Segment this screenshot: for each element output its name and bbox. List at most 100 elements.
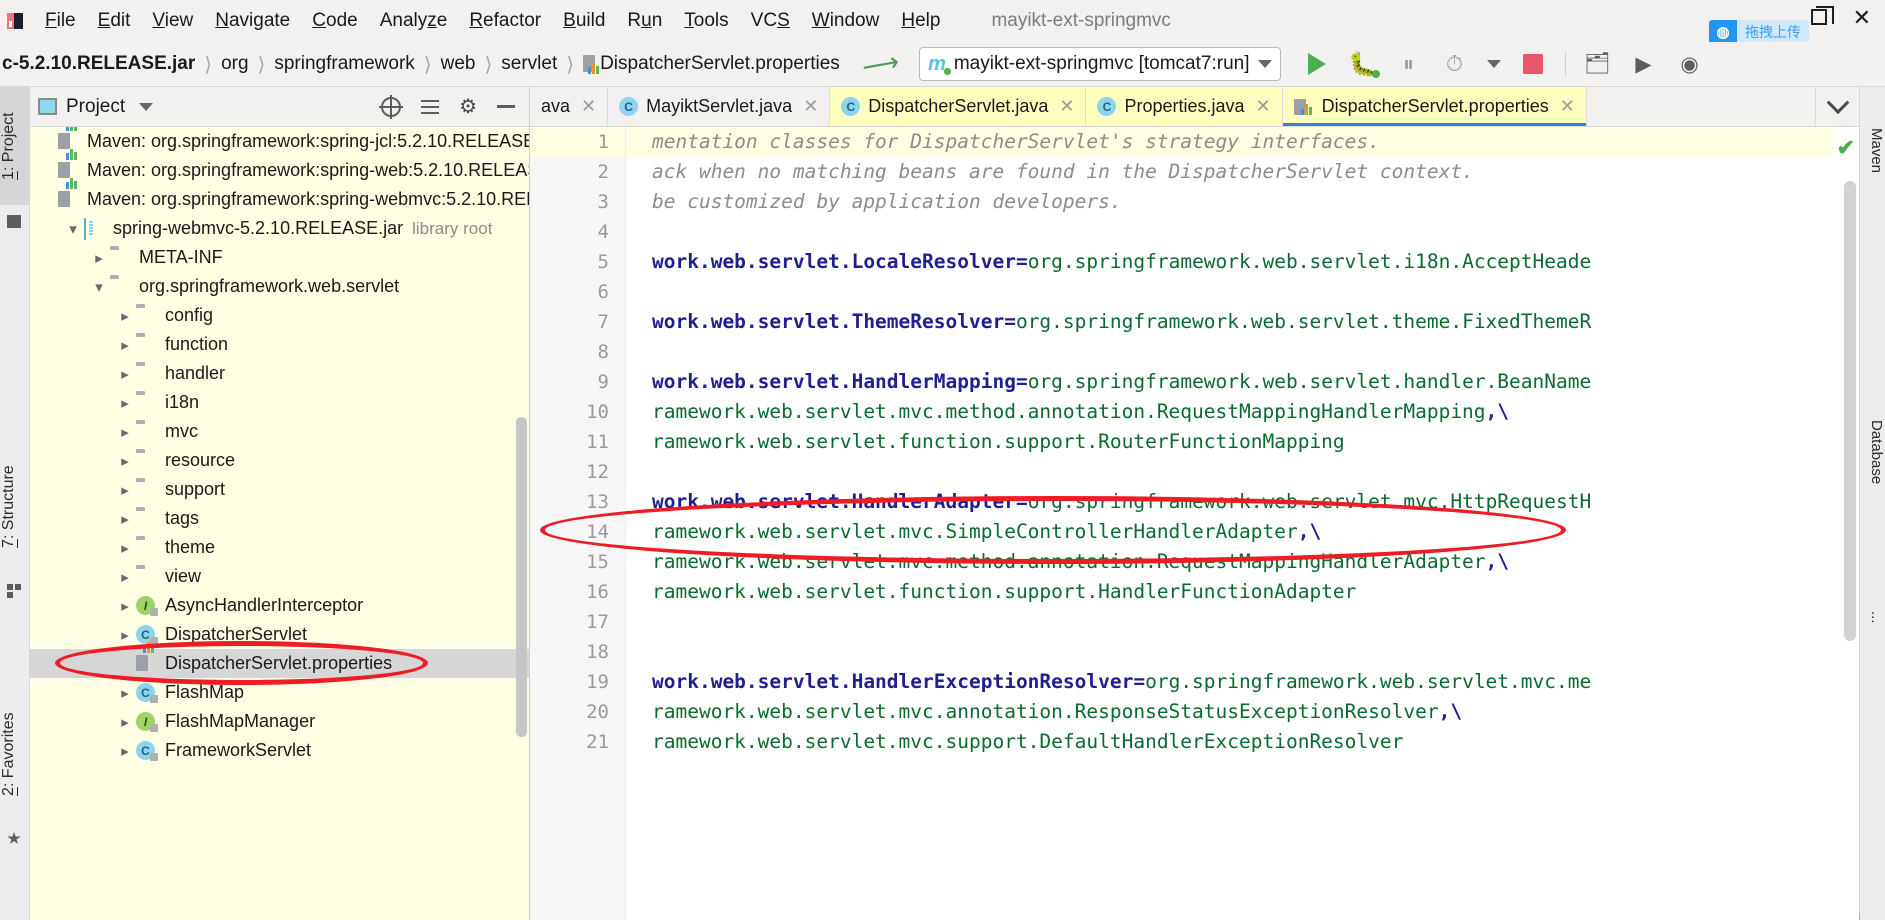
tree-arrow-collapsed[interactable]: ▸ [114, 626, 136, 644]
tree-node[interactable]: ▸ META-INF [30, 243, 529, 272]
tree-arrow-expanded[interactable]: ▾ [88, 278, 110, 296]
code-line[interactable] [626, 277, 1859, 307]
tree-arrow-collapsed[interactable]: ▸ [114, 481, 136, 499]
debug-icon[interactable]: 🐛 [1348, 50, 1380, 78]
tree-node[interactable]: ▸Maven: org.springframework:spring-web:5… [30, 149, 529, 185]
code-line[interactable]: ack when no matching beans are found in … [626, 157, 1859, 187]
tree-node[interactable]: ▸ resource [30, 446, 529, 475]
settings-gear-icon[interactable]: ⚙ [459, 94, 477, 119]
tree-arrow-collapsed[interactable]: ▸ [114, 336, 136, 354]
menu-file[interactable]: File [34, 8, 87, 34]
tree-arrow-collapsed[interactable]: ▸ [114, 510, 136, 528]
tree-arrow-collapsed[interactable]: ▸ [114, 394, 136, 412]
editor-tabs[interactable]: ava ✕ C MayiktServlet.java ✕ C DispatcherServl… [530, 87, 1860, 920]
tree-node[interactable]: ▸DispatcherServlet.properties [30, 642, 529, 678]
code-line[interactable]: ramework.web.servlet.mvc.method.annotati… [626, 547, 1859, 577]
code-line[interactable]: work.web.servlet.ThemeResolver=org.sprin… [626, 307, 1859, 337]
editor-tab[interactable]: ava ✕ [530, 87, 609, 126]
tree-node[interactable]: ▸ support [30, 475, 529, 504]
tree-arrow-collapsed[interactable]: ▸ [88, 249, 110, 267]
menu-help[interactable]: Help [890, 8, 951, 34]
code-line[interactable]: mentation classes for DispatcherServlet'… [626, 127, 1859, 157]
tree-arrow-collapsed[interactable]: ▸ [114, 568, 136, 586]
breadcrumb-org[interactable]: org [221, 53, 248, 75]
code-line[interactable] [626, 217, 1859, 247]
locate-icon[interactable] [379, 94, 404, 119]
tree-arrow-collapsed[interactable]: ▸ [114, 307, 136, 325]
breadcrumb-file[interactable]: DispatcherServlet.properties [583, 53, 840, 75]
breadcrumb-servlet[interactable]: servlet [501, 53, 557, 75]
tree-arrow-collapsed[interactable]: ▸ [114, 713, 136, 731]
tree-node[interactable]: ▸ C FlashMap [30, 678, 529, 707]
editor-tab[interactable]: DispatcherServlet.properties ✕ [1282, 87, 1587, 126]
close-icon[interactable]: ✕ [1256, 96, 1271, 117]
tree-node[interactable]: ▸Maven: org.springframework:spring-jcl:5… [30, 127, 529, 156]
menu-run[interactable]: Run [616, 8, 673, 34]
code-line[interactable] [626, 337, 1859, 367]
sidebar-item-favorites[interactable]: 2: Favorites [0, 687, 30, 822]
code-line[interactable]: ramework.web.servlet.mvc.method.annotati… [626, 397, 1859, 427]
tree-node[interactable]: ▸ mvc [30, 417, 529, 446]
tree-arrow-collapsed[interactable]: ▸ [114, 684, 136, 702]
menu-analyze[interactable]: Analyze [369, 8, 459, 34]
tree-arrow-collapsed[interactable]: ▸ [114, 365, 136, 383]
menu-build[interactable]: Build [552, 8, 616, 34]
stop-icon[interactable] [1519, 50, 1547, 78]
breadcrumb-jar[interactable]: c-5.2.10.RELEASE.jar [0, 53, 195, 75]
code-line[interactable] [626, 637, 1859, 667]
chevron-down-icon[interactable] [1815, 87, 1859, 126]
sidebar-item-structure[interactable]: 7: Structure [0, 437, 30, 577]
run-anything-icon[interactable]: ▶ [1630, 50, 1658, 78]
code-line[interactable]: ramework.web.servlet.mvc.annotation.Resp… [626, 697, 1859, 727]
run-configuration-selector[interactable]: m mayikt-ext-springmvc [tomcat7:run] [919, 47, 1281, 81]
project-tree[interactable]: ▸ Maven: org.springframework:spring-jcl:5… [30, 127, 529, 920]
menu-tools[interactable]: Tools [673, 8, 739, 34]
tree-arrow-collapsed[interactable]: ▸ [114, 539, 136, 557]
breadcrumb-springframework[interactable]: springframework [274, 53, 414, 75]
hide-icon[interactable] [497, 105, 515, 108]
sidebar-item-database[interactable]: Database [1859, 387, 1885, 517]
chevron-down-icon[interactable] [1257, 60, 1272, 68]
code-line[interactable]: ramework.web.servlet.mvc.SimpleControlle… [626, 517, 1859, 547]
sidebar-item-project[interactable]: 1: Project [0, 87, 30, 205]
close-icon[interactable]: ✕ [1059, 96, 1074, 117]
code-line[interactable]: work.web.servlet.HandlerAdapter=org.spri… [626, 487, 1859, 517]
close-icon[interactable]: ✕ [803, 96, 818, 117]
editor-tab[interactable]: C Properties.java ✕ [1086, 87, 1860, 920]
code-line[interactable] [626, 607, 1859, 637]
close-icon[interactable]: ✕ [581, 96, 596, 117]
tree-node[interactable]: ▸ tags [30, 504, 529, 533]
code-viewport[interactable]: 1 2 3 4 5 6 7 8 9 10 11 12 13 14 15 16 17 18 19 20 21 mentat… [530, 127, 1859, 920]
code-line[interactable]: work.web.servlet.HandlerMapping=org.spri… [626, 367, 1859, 397]
tree-arrow-collapsed[interactable]: ▸ [114, 452, 136, 470]
close-icon[interactable]: ✕ [1560, 96, 1575, 117]
tree-node[interactable]: ▸ handler [30, 359, 529, 388]
close-button[interactable]: ✕ [1853, 7, 1871, 29]
code-line[interactable]: ramework.web.servlet.function.support.Ha… [626, 577, 1859, 607]
tree-node[interactable]: ▸ C DispatcherServlet [30, 620, 529, 649]
menu-view[interactable]: View [141, 8, 204, 34]
project-view-dropdown-icon[interactable] [139, 102, 154, 111]
code-line[interactable]: work.web.servlet.HandlerExceptionResolve… [626, 667, 1859, 697]
menu-code[interactable]: Code [301, 8, 368, 34]
code-line[interactable]: work.web.servlet.LocaleResolver=org.spri… [626, 247, 1859, 277]
baidu-upload-widget[interactable]: ◍ 拖拽上传 [1709, 20, 1809, 44]
tree-node[interactable]: ▸ view [30, 562, 529, 591]
sidebar-item-other-1[interactable]: ... [1859, 557, 1885, 677]
tree-node[interactable]: ▸ i18n [30, 388, 529, 417]
collapse-all-icon[interactable] [421, 98, 440, 116]
tree-node[interactable]: ▸ function [30, 330, 529, 359]
code-content[interactable]: mentation classes for DispatcherServlet'… [626, 127, 1859, 920]
project-scrollbar[interactable] [516, 417, 527, 737]
run-icon[interactable] [1303, 50, 1331, 78]
run-with-coverage-icon[interactable]: ⏸ [1395, 50, 1423, 78]
code-line[interactable]: ramework.web.servlet.mvc.support.Default… [626, 727, 1859, 757]
tree-node[interactable]: ▾ org.springframework.web.servlet [30, 272, 529, 301]
tree-node[interactable]: ▾ spring-webmvc-5.2.10.RELEASE.jar library… [30, 214, 529, 243]
hammer-icon[interactable]: ⟶ [859, 45, 901, 82]
code-line[interactable]: ramework.web.servlet.function.support.Ro… [626, 427, 1859, 457]
menu-vcs[interactable]: VCS [740, 8, 801, 34]
menu-navigate[interactable]: Navigate [204, 8, 301, 34]
tree-node[interactable]: ▸ I AsyncHandlerInterceptor [30, 591, 529, 620]
tree-arrow-collapsed[interactable]: ▸ [114, 742, 136, 760]
